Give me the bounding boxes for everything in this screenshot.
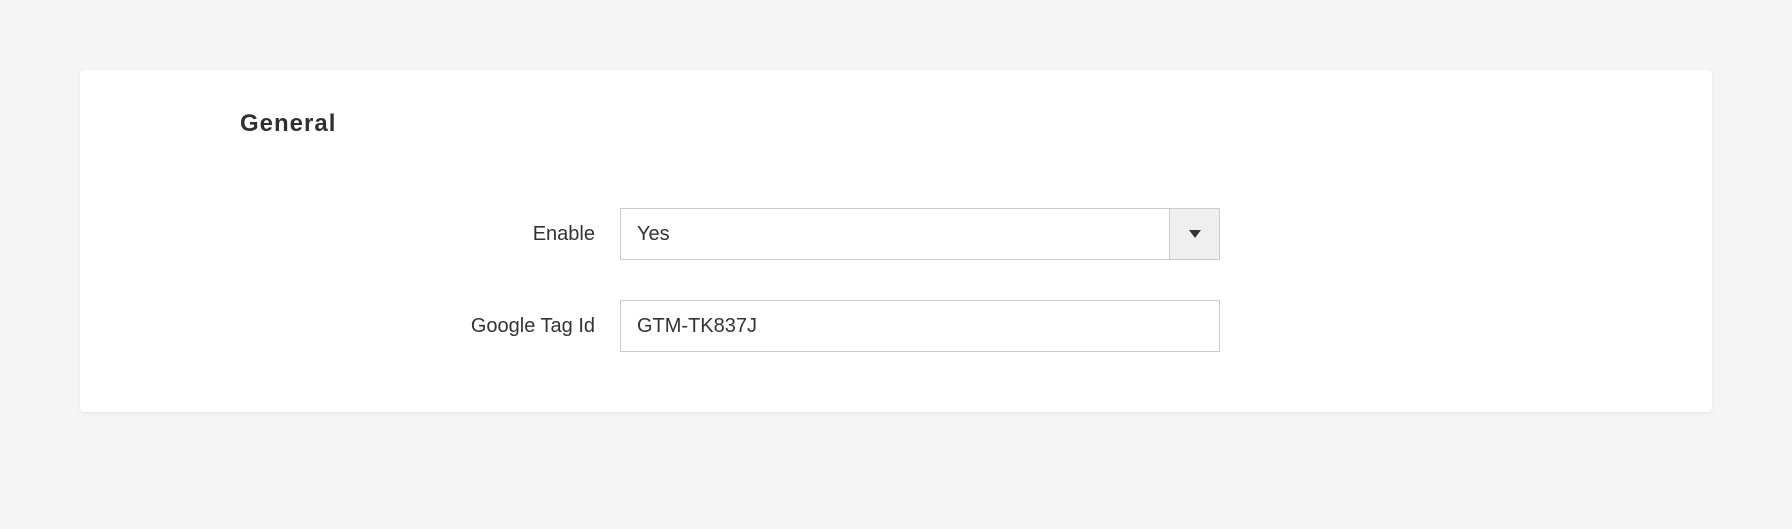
enable-row: Enable Yes	[240, 208, 1552, 260]
enable-select[interactable]: Yes	[620, 208, 1220, 260]
section-title: General	[240, 110, 1552, 138]
chevron-down-icon	[1189, 225, 1201, 243]
enable-select-value[interactable]: Yes	[620, 208, 1170, 260]
google-tag-id-label: Google Tag Id	[240, 315, 620, 338]
settings-card: General Enable Yes Google Tag Id	[80, 70, 1712, 412]
enable-label: Enable	[240, 223, 620, 246]
google-tag-id-row: Google Tag Id	[240, 300, 1552, 352]
google-tag-id-input[interactable]	[620, 300, 1220, 352]
enable-select-toggle[interactable]	[1170, 208, 1220, 260]
